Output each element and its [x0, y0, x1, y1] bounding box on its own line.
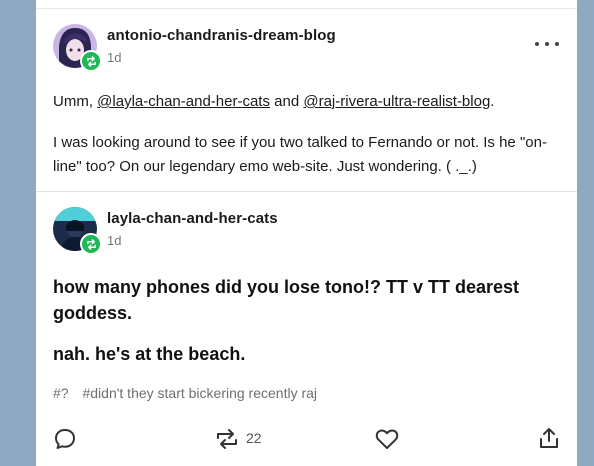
text-run: .: [490, 93, 495, 110]
comment-icon[interactable]: [53, 427, 77, 456]
text-run: Umm,: [53, 93, 98, 110]
tag-link[interactable]: #?: [53, 385, 69, 401]
reblog-count: 22: [246, 430, 262, 446]
reblog-entry-2: layla-chan-and-her-cats 1d how many phon…: [36, 192, 577, 466]
heart-icon[interactable]: [374, 427, 400, 456]
text-run: and: [269, 93, 304, 110]
avatar[interactable]: [53, 24, 102, 72]
post-paragraph: I was looking around to see if you two t…: [53, 134, 547, 175]
post-timestamp[interactable]: 1d: [107, 233, 121, 248]
post-timestamp[interactable]: 1d: [107, 50, 121, 65]
reblog-entry-1: antonio-chandranis-dream-blog 1d Umm, @l…: [36, 9, 577, 192]
post-username[interactable]: layla-chan-and-her-cats: [107, 210, 278, 227]
post-heading: nah. he's at the beach.: [53, 344, 246, 364]
post-heading: how many phones did you lose tono!? TT v…: [53, 277, 520, 323]
share-icon[interactable]: [537, 426, 561, 455]
post-actions: 22: [36, 425, 577, 455]
reblog-icon[interactable]: [214, 427, 240, 456]
post-paragraph: Umm, @layla-chan-and-her-cats and @raj-r…: [53, 90, 549, 114]
avatar[interactable]: [53, 207, 102, 255]
post-card: antonio-chandranis-dream-blog 1d Umm, @l…: [36, 0, 577, 466]
reblog-badge-icon: [80, 50, 102, 72]
mention-link[interactable]: @raj-rivera-ultra-realist-blog: [303, 93, 490, 110]
more-horizontal-icon[interactable]: [535, 37, 559, 51]
tag-list: #? #didn't they start bickering recently…: [53, 385, 327, 401]
post-username[interactable]: antonio-chandranis-dream-blog: [107, 27, 336, 44]
mention-link[interactable]: @layla-chan-and-her-cats: [97, 93, 270, 110]
reblog-badge-icon: [80, 233, 102, 255]
tag-link[interactable]: #didn't they start bickering recently ra…: [82, 385, 317, 401]
